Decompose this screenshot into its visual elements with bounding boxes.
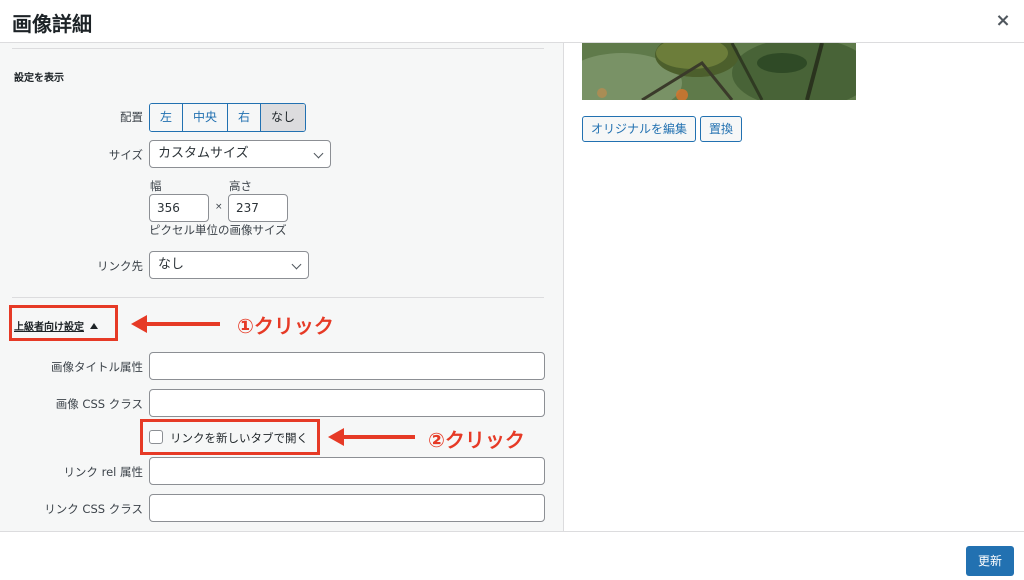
triangle-up-icon <box>90 323 98 329</box>
annotation-step1: ①クリック <box>237 314 334 338</box>
leaf-photo-image <box>582 43 856 100</box>
new-tab-label[interactable]: リンクを新しいタブで開く <box>170 430 308 446</box>
width-input[interactable]: 356 <box>149 194 209 222</box>
size-note: ピクセル単位の画像サイズ <box>149 223 287 237</box>
size-label: サイズ <box>108 148 143 162</box>
divider <box>12 297 544 298</box>
link-select-value: なし <box>158 257 185 272</box>
align-button-group: 左 中央 右 なし <box>149 103 307 132</box>
annotation-step2: ②クリック <box>428 428 525 452</box>
height-label: 高さ <box>229 179 252 193</box>
link-select[interactable]: なし <box>149 251 309 279</box>
align-right-button[interactable]: 右 <box>228 104 262 131</box>
modal-footer: 更新 <box>0 531 1024 580</box>
align-label: 配置 <box>120 110 143 124</box>
align-none-button[interactable]: なし <box>261 104 306 131</box>
chevron-down-icon <box>291 259 302 270</box>
link-label: リンク先 <box>97 259 143 273</box>
annotation-arrow-line <box>145 322 220 326</box>
section-title: 設定を表示 <box>14 73 64 84</box>
align-left-button[interactable]: 左 <box>150 104 184 131</box>
title-attr-label: 画像タイトル属性 <box>51 360 143 374</box>
advanced-settings-label: 上級者向け設定 <box>14 322 84 333</box>
times-sign: × <box>215 202 223 212</box>
link-css-label: リンク CSS クラス <box>44 502 143 516</box>
divider <box>12 48 544 49</box>
close-icon[interactable]: × <box>992 10 1014 32</box>
height-input[interactable]: 237 <box>228 194 288 222</box>
edit-original-button[interactable]: オリジナルを編集 <box>582 116 697 142</box>
width-label: 幅 <box>150 179 162 193</box>
advanced-settings-toggle[interactable]: 上級者向け設定 <box>14 318 98 333</box>
css-class-label: 画像 CSS クラス <box>55 397 143 411</box>
link-rel-label: リンク rel 属性 <box>63 465 143 479</box>
annotation-arrow-line <box>342 435 415 439</box>
size-select-value: カスタムサイズ <box>158 146 249 161</box>
align-center-button[interactable]: 中央 <box>183 104 229 131</box>
modal-header: 画像詳細 × <box>0 0 1024 43</box>
title-attr-input[interactable] <box>149 352 545 380</box>
image-panel: オリジナルを編集 置換 <box>565 43 1024 531</box>
settings-panel: 設定を表示 配置 左 中央 右 なし サイズ カスタムサイズ 幅 高さ 356 … <box>0 43 564 531</box>
link-css-input[interactable] <box>149 494 545 522</box>
update-button[interactable]: 更新 <box>966 546 1014 576</box>
size-select[interactable]: カスタムサイズ <box>149 140 331 168</box>
image-thumbnail <box>582 43 856 100</box>
modal-title: 画像詳細 <box>12 12 92 36</box>
css-class-input[interactable] <box>149 389 545 417</box>
chevron-down-icon <box>313 148 324 159</box>
new-tab-checkbox[interactable] <box>149 430 163 444</box>
link-rel-input[interactable] <box>149 457 545 485</box>
replace-button[interactable]: 置換 <box>700 116 743 142</box>
